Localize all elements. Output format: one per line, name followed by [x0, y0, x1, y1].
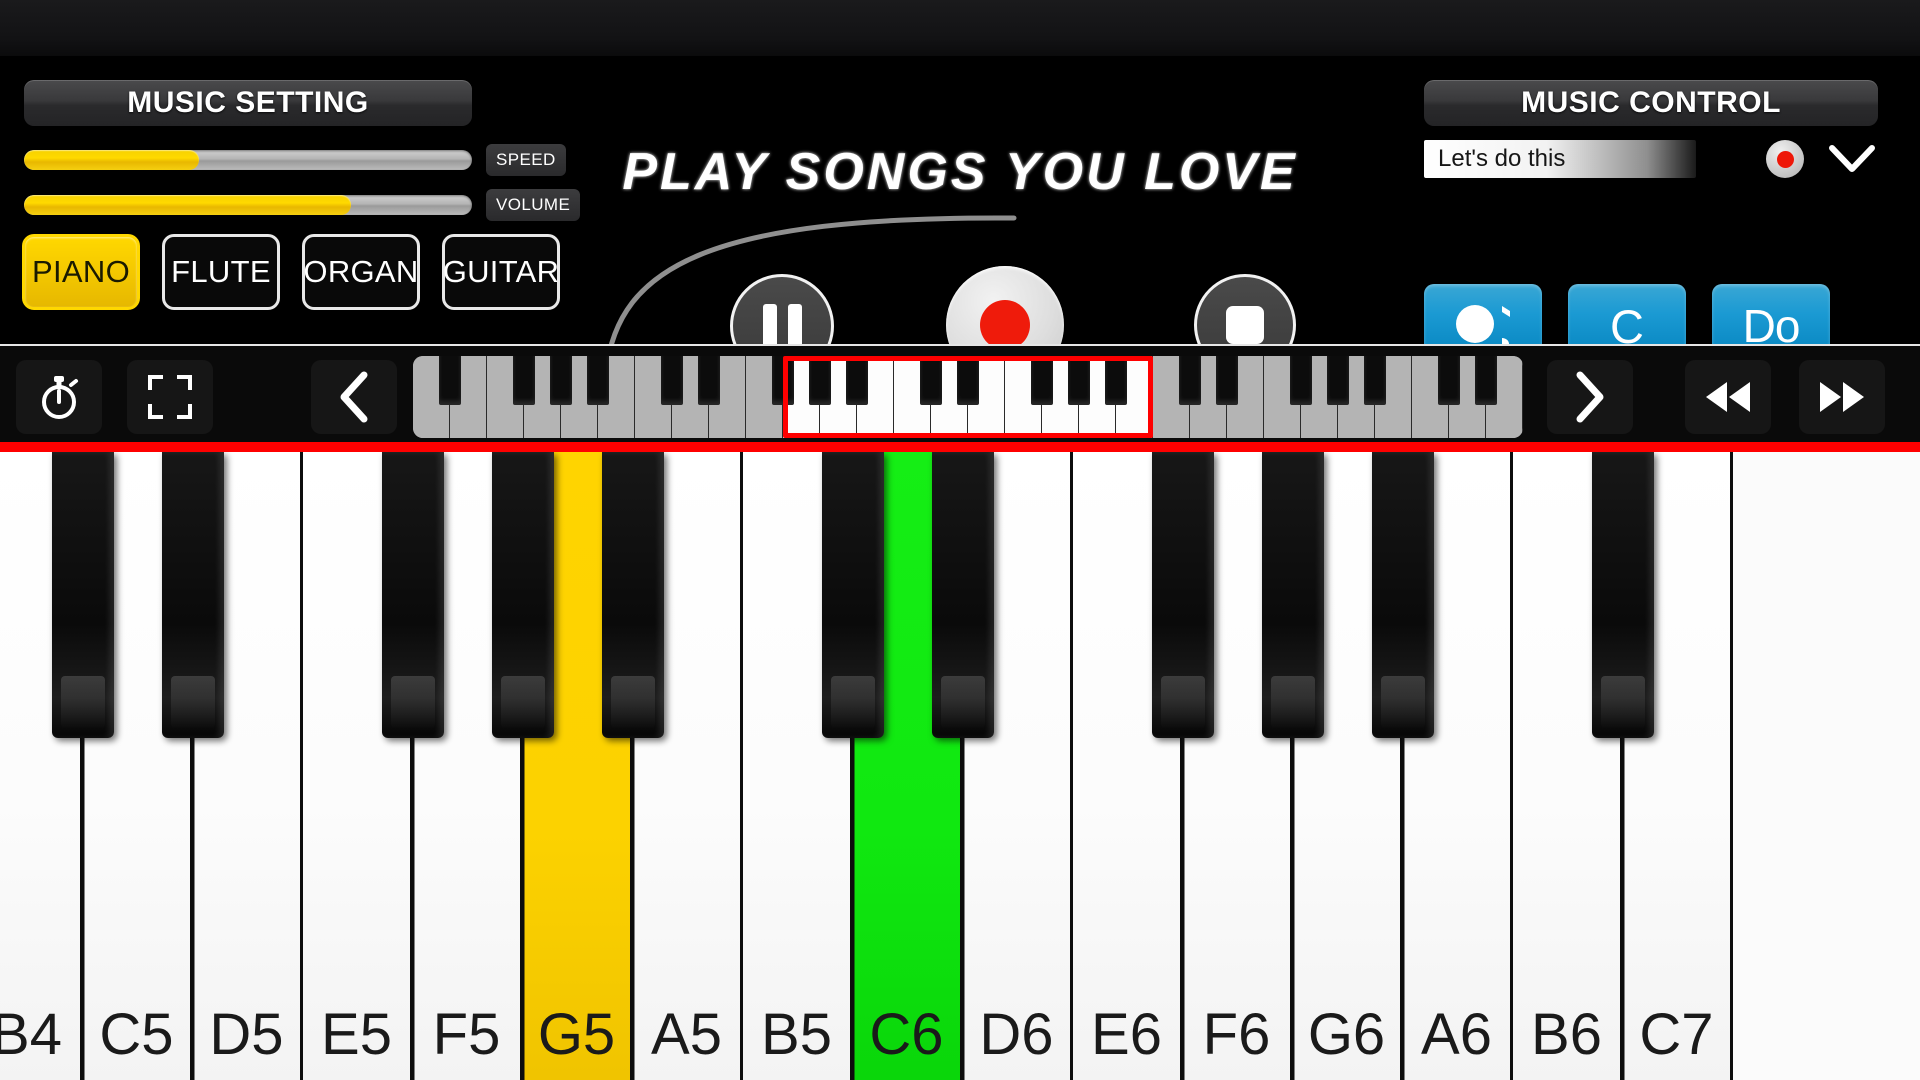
- mini-black-key: [512, 356, 536, 405]
- black-key-stem: [631, 738, 635, 1080]
- mini-black-key: [1289, 356, 1313, 405]
- black-key-stem: [521, 738, 525, 1080]
- black-key[interactable]: [1152, 452, 1214, 1080]
- mini-black-key: [549, 356, 573, 405]
- pause-bar-left: [762, 304, 777, 348]
- mini-black-key: [1437, 356, 1461, 405]
- music-control-title: MUSIC CONTROL: [1424, 80, 1878, 126]
- black-key-stem: [411, 738, 415, 1080]
- mini-keyboard-overview[interactable]: [413, 356, 1523, 438]
- black-key[interactable]: [382, 452, 444, 1080]
- volume-label: VOLUME: [486, 189, 581, 221]
- mini-black-key: [771, 356, 795, 405]
- mini-black-key: [1178, 356, 1202, 405]
- black-key-stem: [191, 738, 195, 1080]
- white-key-label: A5: [651, 1002, 722, 1067]
- speed-slider-row: SPEED: [24, 144, 566, 176]
- mini-black-key: [1030, 356, 1054, 405]
- record-dot-icon: [1776, 150, 1794, 168]
- black-key[interactable]: [602, 452, 664, 1080]
- instrument-button-piano[interactable]: PIANO: [22, 234, 140, 310]
- black-key[interactable]: [1372, 452, 1434, 1080]
- black-key-stem: [1291, 738, 1295, 1080]
- mini-black-key: [1363, 356, 1387, 405]
- volume-slider-fill: [24, 195, 352, 215]
- instrument-button-flute[interactable]: FLUTE: [162, 234, 280, 310]
- white-key-label: B6: [1531, 1002, 1602, 1067]
- black-key-stem: [1401, 738, 1405, 1080]
- volume-slider[interactable]: [24, 195, 472, 215]
- black-key-stem: [961, 738, 965, 1080]
- mini-black-key: [1067, 356, 1091, 405]
- song-select-dropdown[interactable]: Let's do this: [1424, 140, 1696, 178]
- speed-label: SPEED: [486, 144, 566, 176]
- black-key[interactable]: [822, 452, 884, 1080]
- record-dot-icon: [980, 300, 1030, 350]
- white-key-label: D6: [979, 1002, 1054, 1067]
- white-key-label: B5: [761, 1002, 832, 1067]
- pause-bar-right: [787, 304, 802, 348]
- black-key[interactable]: [162, 452, 224, 1080]
- instrument-button-group: PIANO FLUTE ORGAN GUITAR: [22, 234, 560, 310]
- black-key[interactable]: [932, 452, 994, 1080]
- instrument-button-guitar[interactable]: GUITAR: [442, 234, 560, 310]
- status-strip: [0, 0, 1920, 56]
- metronome-icon[interactable]: [16, 360, 102, 434]
- white-key-label: D5: [209, 1002, 284, 1067]
- mini-black-key: [586, 356, 610, 405]
- white-key-label: E6: [1091, 1002, 1162, 1067]
- mini-black-key: [660, 356, 684, 405]
- white-key-label: G5: [537, 1002, 616, 1067]
- header-band: PLAY SONGS YOU LOVE MUSIC SETTING SPEED …: [0, 56, 1920, 384]
- piano-keyboard[interactable]: B4 C5 D5 E5 F5 G5 A5 B5 C6 D6 E6 F6 G6 A6 B6 C7: [0, 452, 1920, 1080]
- white-key-label: C7: [1639, 1002, 1714, 1067]
- speed-slider[interactable]: [24, 150, 472, 170]
- navbar-red-divider: [0, 442, 1920, 452]
- mini-black-key: [1215, 356, 1239, 405]
- black-key-stem: [1621, 738, 1625, 1080]
- music-setting-title: MUSIC SETTING: [24, 80, 472, 126]
- rewind-icon[interactable]: [1685, 360, 1771, 434]
- chevron-right-icon[interactable]: [1547, 360, 1633, 434]
- mini-black-key: [1326, 356, 1350, 405]
- speed-slider-fill: [24, 150, 199, 170]
- mini-black-key: [438, 356, 462, 405]
- mini-black-key: [1474, 356, 1498, 405]
- white-key-label: F6: [1202, 1002, 1271, 1067]
- white-key-label: G6: [1307, 1002, 1386, 1067]
- white-key-label: A6: [1421, 1002, 1492, 1067]
- instrument-button-organ[interactable]: ORGAN: [302, 234, 420, 310]
- piano-app-root: PLAY SONGS YOU LOVE MUSIC SETTING SPEED …: [0, 0, 1920, 1080]
- white-key-label: C5: [99, 1002, 174, 1067]
- black-key-stem: [851, 738, 855, 1080]
- chevron-left-icon[interactable]: [311, 360, 397, 434]
- white-key-label: F5: [432, 1002, 501, 1067]
- mini-black-key: [808, 356, 832, 405]
- navigation-bar: [0, 344, 1920, 448]
- black-key[interactable]: [1262, 452, 1324, 1080]
- fast-forward-icon[interactable]: [1799, 360, 1885, 434]
- stop-square-icon: [1226, 306, 1264, 344]
- white-key-label: C6: [869, 1002, 944, 1067]
- black-key[interactable]: [492, 452, 554, 1080]
- black-key[interactable]: [52, 452, 114, 1080]
- mini-black-key: [1104, 356, 1128, 405]
- black-key-stem: [81, 738, 85, 1080]
- volume-slider-row: VOLUME: [24, 189, 581, 221]
- mini-black-key: [956, 356, 980, 405]
- chevron-down-icon[interactable]: [1826, 136, 1878, 182]
- white-key-label: E5: [321, 1002, 392, 1067]
- mini-black-key: [697, 356, 721, 405]
- black-key-stem: [1181, 738, 1185, 1080]
- white-key-label: B4: [0, 1002, 62, 1067]
- mini-black-key: [919, 356, 943, 405]
- fullscreen-icon[interactable]: [127, 360, 213, 434]
- black-key[interactable]: [1592, 452, 1654, 1080]
- record-status-indicator[interactable]: [1766, 140, 1804, 178]
- mini-black-key: [845, 356, 869, 405]
